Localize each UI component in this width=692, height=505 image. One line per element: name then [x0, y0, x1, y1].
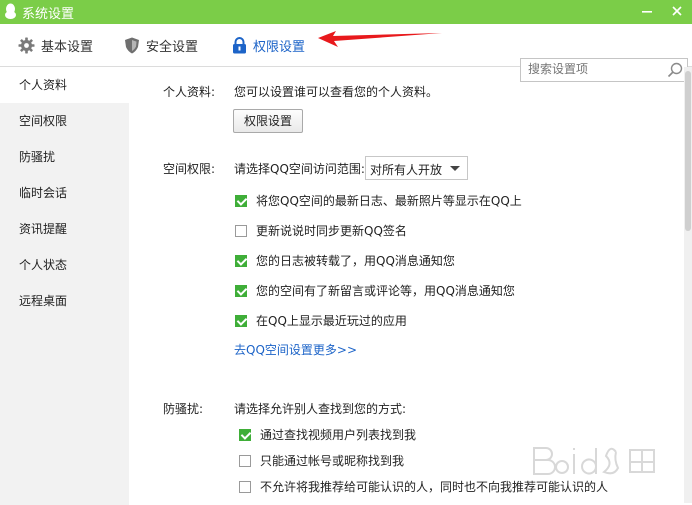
space-option-comment-notify[interactable]: 您的空间有了新留言或评论等，用QQ消息通知您 [235, 282, 515, 299]
sidebar-item-remote-desktop[interactable]: 远程桌面 [0, 283, 129, 319]
sidebar-item-personal-info[interactable]: 个人资料 [0, 67, 129, 103]
checkbox[interactable] [235, 284, 247, 297]
checkbox[interactable] [235, 254, 247, 267]
tab-basic-settings[interactable]: 基本设置 [18, 24, 93, 66]
minimize-button[interactable] [632, 0, 662, 24]
profile-permission-button[interactable]: 权限设置 [233, 109, 303, 133]
minimize-icon [642, 11, 652, 13]
space-option-repost-notify[interactable]: 您的日志被转载了，用QQ消息通知您 [235, 252, 455, 269]
tab-label: 安全设置 [146, 39, 199, 55]
checkbox[interactable] [235, 194, 247, 207]
close-button[interactable] [662, 0, 692, 24]
chevron-down-icon [450, 166, 460, 171]
checkbox-label: 通过查找视频用户列表找到我 [260, 428, 417, 442]
shield-icon [125, 37, 139, 53]
harass-option-video-list[interactable]: 通过查找视频用户列表找到我 [239, 426, 416, 443]
sidebar-item-news-reminder[interactable]: 资讯提醒 [0, 211, 129, 247]
tab-label: 基本设置 [41, 39, 94, 55]
section-label-space: 空间权限: [163, 162, 216, 176]
section-label-harass: 防骚扰: [163, 402, 204, 416]
checkbox-label: 只能通过帐号或昵称找到我 [260, 454, 405, 468]
lock-icon [233, 36, 246, 53]
window-title: 系统设置 [22, 7, 75, 22]
space-option-show-apps[interactable]: 在QQ上显示最近玩过的应用 [235, 312, 407, 329]
gear-icon [18, 37, 35, 53]
harass-option-no-recommend[interactable]: 不允许将我推荐给可能认识的人，同时也不向我推荐可能认识的人 [239, 478, 608, 495]
tab-security-settings[interactable]: 安全设置 [124, 24, 198, 66]
space-prompt: 请选择QQ空间访问范围: [234, 162, 365, 176]
tab-label: 权限设置 [253, 39, 306, 55]
checkbox-label: 不允许将我推荐给可能认识的人，同时也不向我推荐可能认识的人 [260, 480, 609, 494]
checkbox[interactable] [239, 480, 251, 493]
space-access-select[interactable]: 对所有人开放 [365, 156, 468, 180]
settings-content: 个人资料: 您可以设置谁可以查看您的个人资料。 权限设置 空间权限: 请选择QQ… [129, 67, 684, 505]
sidebar: 个人资料 空间权限 防骚扰 临时会话 资讯提醒 个人状态 远程桌面 [0, 67, 129, 505]
section-label-profile: 个人资料: [163, 85, 216, 99]
space-option-sync-signature[interactable]: 更新说说时同步更新QQ签名 [235, 222, 407, 239]
checkbox[interactable] [235, 224, 247, 237]
sidebar-item-space-permission[interactable]: 空间权限 [0, 103, 129, 139]
space-option-show-latest[interactable]: 将您QQ空间的最新日志、最新照片等显示在QQ上 [235, 192, 522, 209]
red-arrow-annotation [318, 31, 442, 47]
content-scrollbar[interactable] [684, 67, 692, 503]
harass-option-account-only[interactable]: 只能通过帐号或昵称找到我 [239, 452, 404, 469]
sidebar-item-temp-session[interactable]: 临时会话 [0, 175, 129, 211]
checkbox-label: 更新说说时同步更新QQ签名 [256, 224, 407, 238]
checkbox-label: 您的空间有了新留言或评论等，用QQ消息通知您 [256, 284, 515, 298]
qq-penguin-icon [5, 3, 16, 19]
sidebar-item-personal-status[interactable]: 个人状态 [0, 247, 129, 283]
checkbox-label: 将您QQ空间的最新日志、最新照片等显示在QQ上 [256, 194, 522, 208]
space-access-value: 对所有人开放 [370, 163, 443, 177]
checkbox[interactable] [239, 454, 251, 467]
tab-permission-settings[interactable]: 权限设置 [232, 24, 305, 66]
sidebar-item-anti-harassment[interactable]: 防骚扰 [0, 139, 129, 175]
scrollbar-thumb[interactable] [685, 71, 691, 231]
checkbox[interactable] [235, 314, 247, 327]
checkbox[interactable] [239, 428, 251, 441]
title-bar: 系统设置 [0, 0, 692, 24]
checkbox-label: 在QQ上显示最近玩过的应用 [256, 314, 407, 328]
profile-description: 您可以设置谁可以查看您的个人资料。 [234, 85, 439, 99]
checkbox-label: 您的日志被转载了，用QQ消息通知您 [256, 254, 455, 268]
close-icon [672, 6, 682, 16]
harass-prompt: 请选择允许别人查找到您的方式: [234, 402, 407, 416]
space-settings-more-link[interactable]: 去QQ空间设置更多>> [234, 341, 357, 358]
